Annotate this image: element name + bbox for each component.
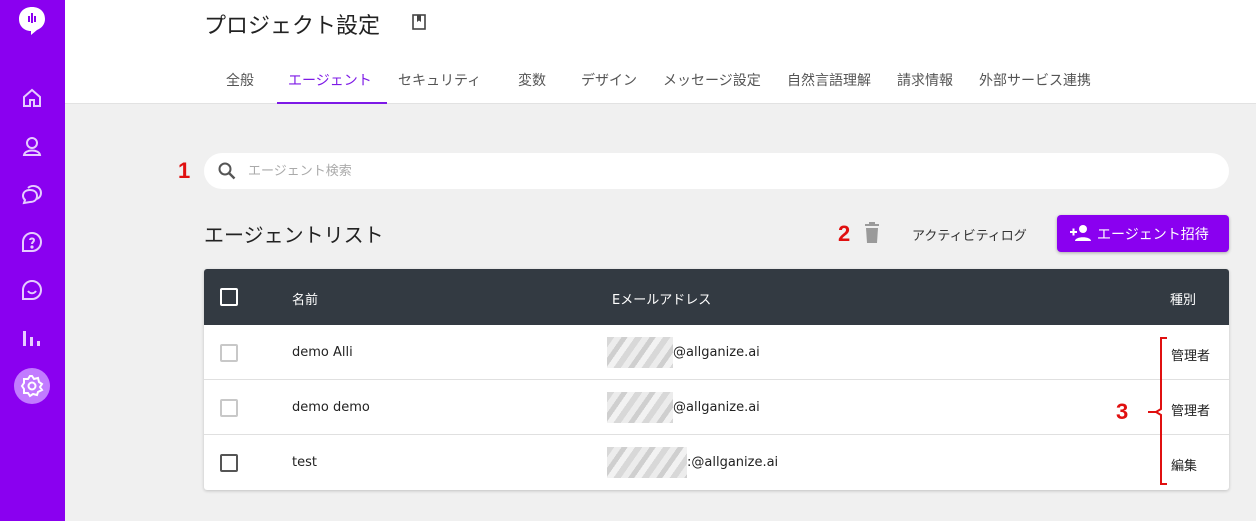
row-checkbox[interactable] bbox=[220, 344, 238, 362]
home-icon[interactable] bbox=[20, 86, 44, 110]
agent-name: test bbox=[292, 455, 317, 470]
callout-3: 3 bbox=[1116, 399, 1129, 424]
callout-2: 2 bbox=[838, 221, 851, 246]
tab-message-settings[interactable]: メッセージ設定 bbox=[663, 62, 761, 104]
sidebar bbox=[0, 0, 65, 521]
redacted-email-part bbox=[607, 392, 673, 423]
tab-nlu[interactable]: 自然言語理解 bbox=[787, 62, 871, 104]
row-checkbox[interactable] bbox=[220, 454, 238, 472]
invite-agent-button[interactable]: エージェント招待 bbox=[1057, 215, 1229, 252]
redacted-email-part bbox=[607, 337, 673, 368]
trash-icon[interactable] bbox=[862, 222, 882, 244]
row-checkbox[interactable] bbox=[220, 399, 238, 417]
help-icon[interactable] bbox=[20, 230, 44, 254]
user-icon[interactable] bbox=[20, 134, 44, 158]
tab-billing[interactable]: 請求情報 bbox=[897, 62, 953, 104]
agent-role: 管理者 bbox=[1171, 349, 1211, 364]
tab-integrations[interactable]: 外部サービス連携 bbox=[979, 62, 1091, 104]
stats-icon[interactable] bbox=[20, 326, 44, 350]
table-row[interactable]: demo Alli @allganize.ai 管理者 bbox=[204, 325, 1229, 380]
invite-agent-label: エージェント招待 bbox=[1097, 227, 1209, 243]
agent-email: @allganize.ai bbox=[673, 400, 760, 415]
table-row[interactable]: test :@allganize.ai 編集 bbox=[204, 435, 1229, 490]
agent-name: demo demo bbox=[292, 400, 370, 415]
tab-security[interactable]: セキュリティ bbox=[398, 62, 481, 104]
callout-bracket bbox=[1148, 337, 1167, 485]
settings-icon[interactable] bbox=[20, 374, 44, 398]
message-icon[interactable] bbox=[20, 278, 44, 302]
search-icon bbox=[218, 162, 236, 180]
table-row[interactable]: demo demo @allganize.ai 管理者 bbox=[204, 380, 1229, 435]
logo-icon[interactable] bbox=[17, 5, 47, 35]
search-bar bbox=[204, 153, 1229, 189]
header-email: Eメールアドレス bbox=[612, 293, 712, 308]
agent-table: 名前 Eメールアドレス 種別 demo Alli @allganize.ai 管… bbox=[204, 269, 1229, 490]
tab-agents[interactable]: エージェント bbox=[277, 62, 387, 104]
header: プロジェクト設定 全般 エージェント セキュリティ 変数 デザイン メッセージ設… bbox=[65, 0, 1256, 104]
add-user-icon bbox=[1070, 225, 1091, 241]
callout-1: 1 bbox=[178, 158, 191, 183]
agent-role: 管理者 bbox=[1171, 404, 1211, 419]
page-title: プロジェクト設定 bbox=[204, 14, 381, 39]
table-header: 名前 Eメールアドレス 種別 bbox=[204, 269, 1229, 325]
activity-log-link[interactable]: アクティビティログ bbox=[912, 225, 1027, 244]
agent-search-input[interactable] bbox=[248, 161, 1148, 181]
select-all-checkbox[interactable] bbox=[220, 288, 238, 306]
section-title: エージェントリスト bbox=[204, 223, 384, 247]
agent-email: @allganize.ai bbox=[673, 345, 760, 360]
agent-name: demo Alli bbox=[292, 345, 353, 360]
header-role: 種別 bbox=[1170, 293, 1197, 308]
bookmark-icon[interactable] bbox=[412, 14, 426, 30]
tab-design[interactable]: デザイン bbox=[581, 62, 637, 104]
redacted-email-part bbox=[607, 447, 687, 478]
chat-icon[interactable] bbox=[20, 182, 44, 206]
agent-email: :@allganize.ai bbox=[687, 455, 779, 470]
tab-general[interactable]: 全般 bbox=[226, 62, 254, 104]
header-name: 名前 bbox=[292, 293, 319, 308]
agent-role: 編集 bbox=[1171, 459, 1198, 474]
tab-variables[interactable]: 変数 bbox=[518, 62, 546, 104]
